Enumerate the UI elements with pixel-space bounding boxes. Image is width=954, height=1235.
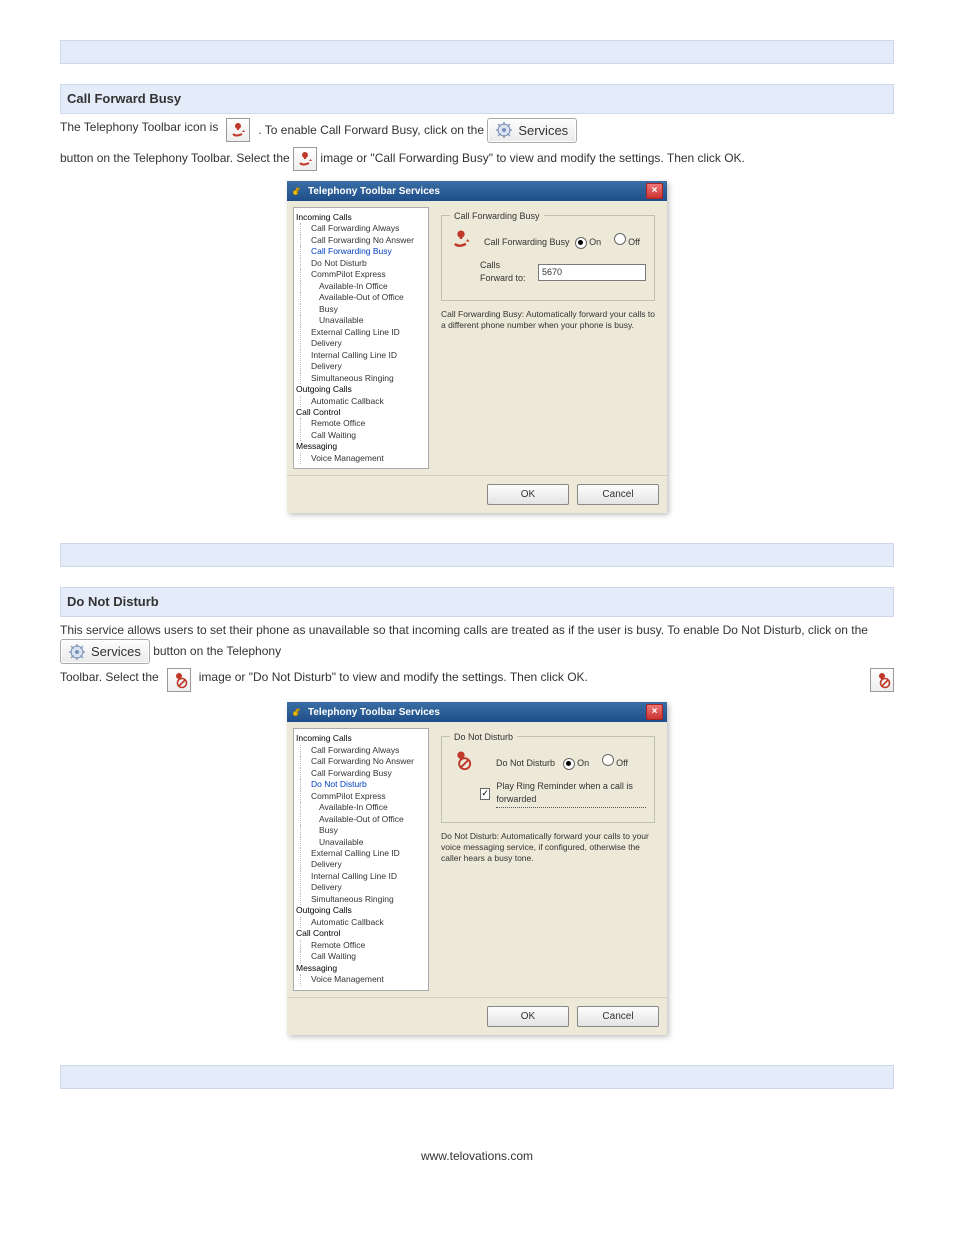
cfb-toolbar-icon (226, 118, 250, 142)
close-icon-2[interactable]: × (646, 704, 663, 720)
footer-url: www.telovations.com (0, 1149, 954, 1163)
fwdto-input[interactable]: 5670 (538, 264, 646, 281)
header-strip (60, 40, 894, 64)
tree-cfb[interactable]: Call Forwarding Busy (300, 246, 426, 257)
services-tree-2[interactable]: Incoming Calls Call Forwarding Always Ca… (293, 728, 429, 990)
section-copy-cfb: The Telephony Toolbar icon is . To enabl… (60, 118, 894, 172)
dialog-titlebar-2: Telephony Toolbar Services × (287, 702, 667, 722)
section-title-cfb: Call Forward Busy (60, 84, 894, 114)
cfb-radio-on[interactable] (575, 237, 587, 249)
dnd-radio-on[interactable] (563, 758, 575, 770)
dnd-desc: Do Not Disturb: Automatically forward yo… (441, 831, 655, 864)
services-button[interactable]: Services (487, 118, 577, 144)
services-button-label: Services (518, 121, 568, 141)
dnd-radio-off[interactable] (602, 754, 614, 766)
settings-pane-dnd: Do Not Disturb Do Not Disturb On Of (435, 728, 661, 990)
tree-dnd[interactable]: Do Not Disturb (300, 779, 426, 790)
dnd-panel-icon (450, 749, 472, 776)
ok-button[interactable]: OK (487, 484, 569, 505)
section-title-dnd: Do Not Disturb (60, 587, 894, 617)
dnd-ring-reminder-chk[interactable] (480, 788, 490, 800)
separator-strip-2 (60, 1065, 894, 1089)
section-cfb: Call Forward Busy The Telephony Toolbar … (60, 84, 894, 513)
services-button-2[interactable]: Services (60, 639, 150, 665)
dialog-cfb: Telephony Toolbar Services × Incoming Ca… (287, 181, 667, 513)
dnd-inline-icon (167, 668, 191, 692)
fwdto-label: Calls Forward to: (480, 259, 532, 286)
close-icon[interactable]: × (646, 183, 663, 199)
fieldset-legend: Call Forwarding Busy (450, 210, 544, 224)
ok-button-2[interactable]: OK (487, 1006, 569, 1027)
dialog-titlebar: Telephony Toolbar Services × (287, 181, 667, 201)
separator-strip-1 (60, 543, 894, 567)
section-dnd: Do Not Disturb This service allows users… (60, 587, 894, 1034)
settings-pane-cfb: Call Forwarding Busy Call Forwarding Bus… (435, 207, 661, 469)
cfb-radio-off[interactable] (614, 233, 626, 245)
services-tree[interactable]: Incoming Calls Call Forwarding Always Ca… (293, 207, 429, 469)
cfb-panel-icon (450, 228, 472, 255)
cfb-desc: Call Forwarding Busy: Automatically forw… (441, 309, 655, 331)
dialog-dnd: Telephony Toolbar Services × Incoming Ca… (287, 702, 667, 1034)
cancel-button[interactable]: Cancel (577, 484, 659, 505)
section-copy-dnd: This service allows users to set their p… (60, 621, 894, 693)
dialog-title: Telephony Toolbar Services (308, 184, 440, 199)
page: Call Forward Busy The Telephony Toolbar … (0, 0, 954, 1223)
dnd-ring-reminder-label: Play Ring Reminder when a call is forwar… (496, 780, 646, 808)
cancel-button-2[interactable]: Cancel (577, 1006, 659, 1027)
cfb-inline-icon (293, 147, 317, 171)
dnd-right-icon (870, 668, 894, 692)
